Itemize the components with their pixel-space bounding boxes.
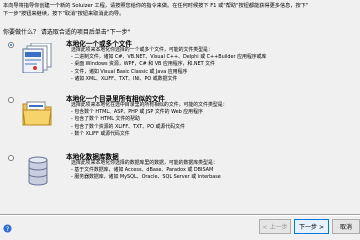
- option-folder-radio[interactable]: [8, 97, 14, 103]
- intro-text: 本向导将指导你创建一个新的 Soluizer 工程，请按照您给你的指令来做。在任…: [3, 2, 357, 18]
- question-label: 你要做什么？ 请选取合适的项目后单击"下一步": [3, 29, 131, 36]
- option-database-radio[interactable]: [8, 155, 14, 161]
- description-line: - 文件，诸如 Visual Basic Classic 或 Java 应用程序: [71, 68, 188, 75]
- description-line: - 诸如 XML、XLIFF、TXT、INI、PO 或数据文件: [71, 75, 178, 82]
- svg-text:?: ?: [6, 226, 9, 233]
- option-database-description: 选择此项来本地化你选择的数据库里的数据，可能的数据库类型是： - 基于文件数据库…: [71, 160, 221, 182]
- option-localize-database[interactable]: 本地化数据库数据 选择此项来本地化你选择的数据库里的数据，可能的数据库类型是： …: [8, 151, 356, 191]
- intro-line-2: 下一步"按钮来继续，按下"取消"按钮来取消此向导。: [3, 11, 125, 17]
- cancel-button[interactable]: 取消: [332, 219, 360, 234]
- intro-line-1: 本向导将指导你创建一个新的 Soluizer 工程，请按照您给你的指令来做。在任…: [3, 3, 309, 9]
- files-icon: [22, 43, 52, 73]
- folder-icon: [22, 101, 52, 126]
- option-folder-description: 选择此项来本地化在选中目录里的所有相似的文件，可能的文件类型是： - 包含数个 …: [71, 102, 228, 138]
- footer-separator-highlight: [0, 215, 360, 216]
- option-localize-folder[interactable]: 本地化一个目录里所有相似的文件 选择此项来本地化在选中目录里的所有相似的文件，可…: [8, 93, 356, 139]
- option-files-radio[interactable]: [8, 42, 14, 48]
- option-localize-files[interactable]: 本地化一个或多个文件 选择此项来本地化你选择的一个或多个文件，可能的文件类型是：…: [8, 38, 356, 84]
- option-files-description: 选择此项来本地化你选择的一个或多个文件，可能的文件类型是： - 二进制文件，诸如…: [71, 47, 266, 83]
- description-line: - 桌面 Windows 资源，WPF，C# 和 VB 应用程序，和.NET 文…: [71, 61, 215, 68]
- description-line: - 服务器数据库，诸如 MySQL、Oracle、SQL Server 或 In…: [71, 174, 221, 181]
- database-icon: [28, 156, 48, 186]
- help-icon[interactable]: ?: [3, 224, 12, 233]
- description-line: - 数个 XLIFF 或源代码文件: [71, 130, 130, 137]
- previous-button[interactable]: < 上一步: [259, 219, 291, 234]
- description-line: - 包含了数个资源的 XLIFF、TXT、PO 或源代码文件: [71, 123, 185, 130]
- description-line: - 包含了数个 HTML 文件的帮助: [71, 116, 140, 123]
- next-button[interactable]: 下一步 >: [294, 219, 329, 234]
